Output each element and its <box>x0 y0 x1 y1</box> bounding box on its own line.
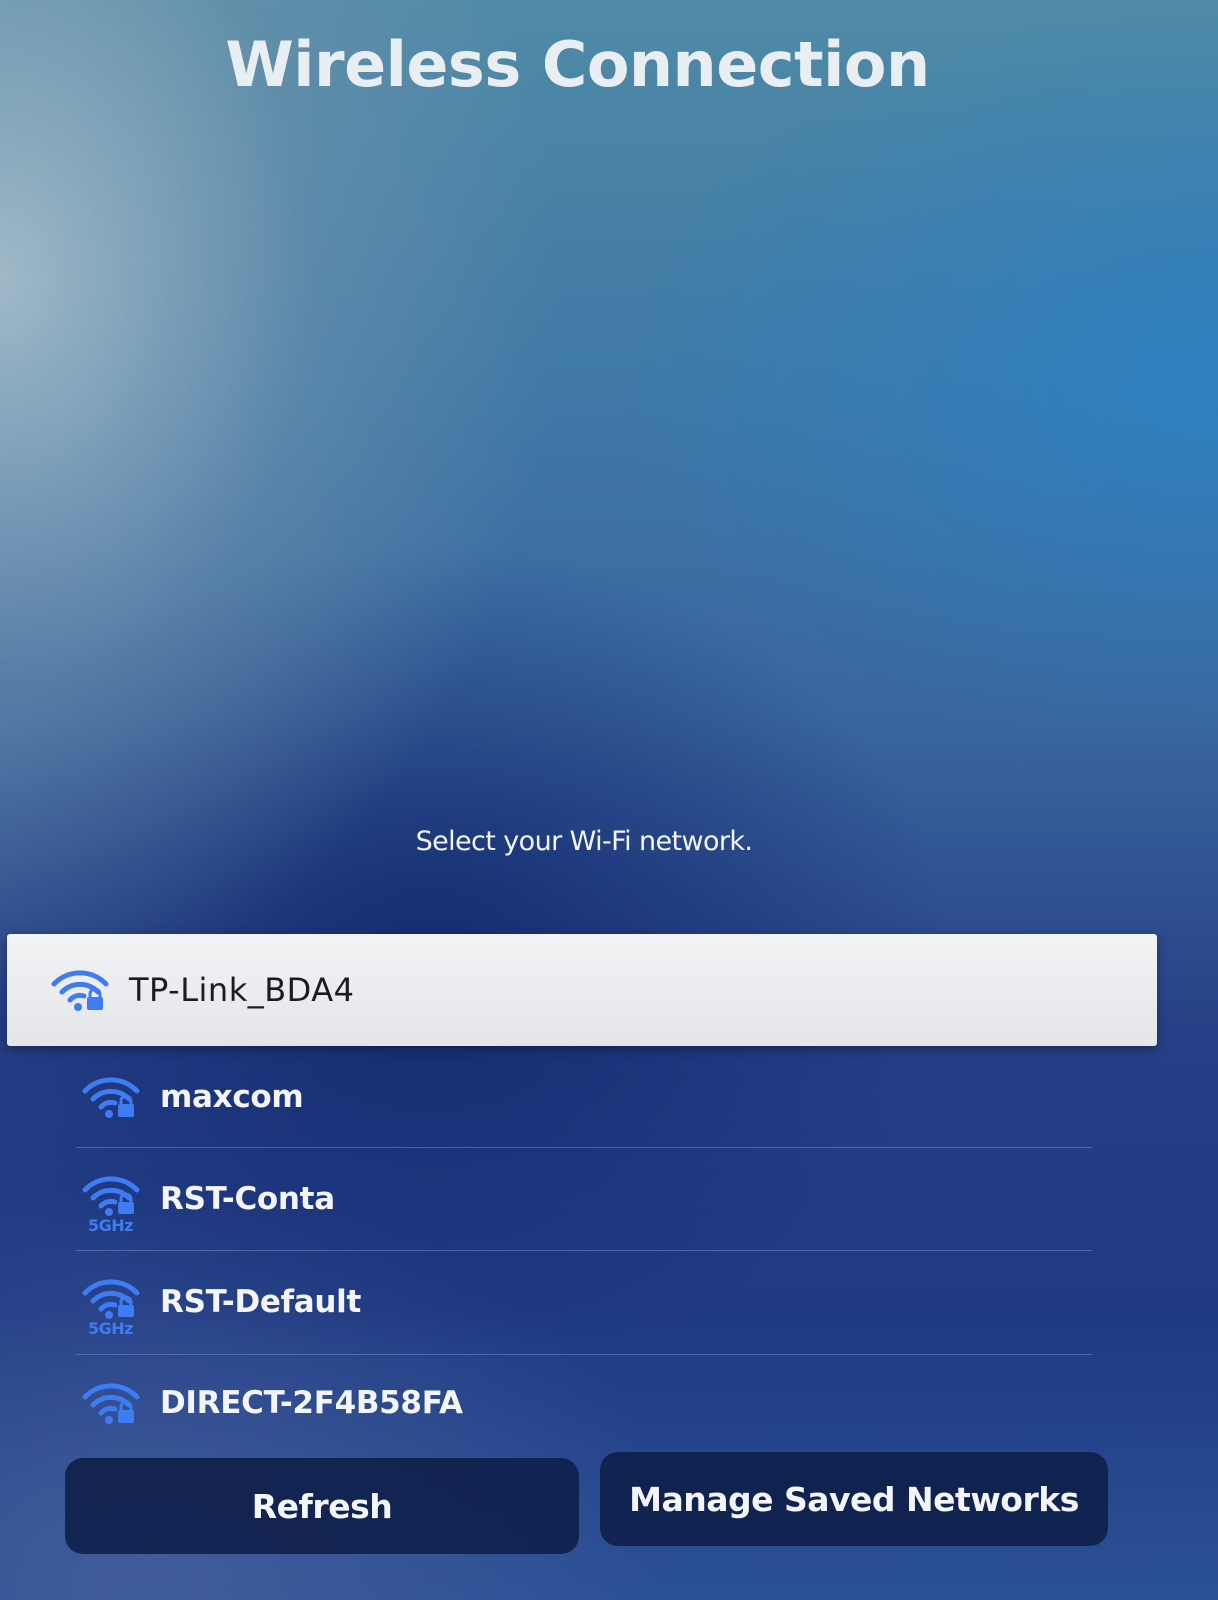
wifi-lock-icon: 5GHz <box>82 1279 140 1338</box>
network-list: TP-Link_BDA4 maxcom 5GHz RST-Conta 5GHz … <box>0 934 1218 1444</box>
network-item[interactable]: maxcom <box>76 1046 1092 1148</box>
network-item[interactable]: 5GHz RST-Default <box>76 1251 1092 1353</box>
band-label: 5GHz <box>88 1216 133 1235</box>
network-name: RST-Conta <box>160 1181 335 1217</box>
network-item-focused[interactable]: TP-Link_BDA4 <box>7 934 1157 1046</box>
network-name: maxcom <box>160 1079 304 1115</box>
page-title: Wireless Connection <box>225 28 930 101</box>
instruction-text: Select your Wi-Fi network. <box>415 826 753 857</box>
network-name: RST-Default <box>160 1284 362 1320</box>
manage-saved-networks-button[interactable]: Manage Saved Networks <box>600 1452 1108 1546</box>
network-item[interactable]: 5GHz RST-Conta <box>76 1148 1092 1250</box>
wifi-lock-icon <box>82 1074 140 1120</box>
network-name: TP-Link_BDA4 <box>129 971 355 1009</box>
network-item[interactable]: DIRECT-2F4B58FA <box>76 1354 1092 1452</box>
wifi-lock-icon: 5GHz <box>82 1176 140 1235</box>
band-label: 5GHz <box>88 1319 133 1338</box>
wifi-lock-icon <box>51 967 109 1013</box>
network-name: DIRECT-2F4B58FA <box>160 1385 463 1421</box>
wifi-lock-icon <box>82 1380 140 1426</box>
refresh-button[interactable]: Refresh <box>65 1458 579 1554</box>
